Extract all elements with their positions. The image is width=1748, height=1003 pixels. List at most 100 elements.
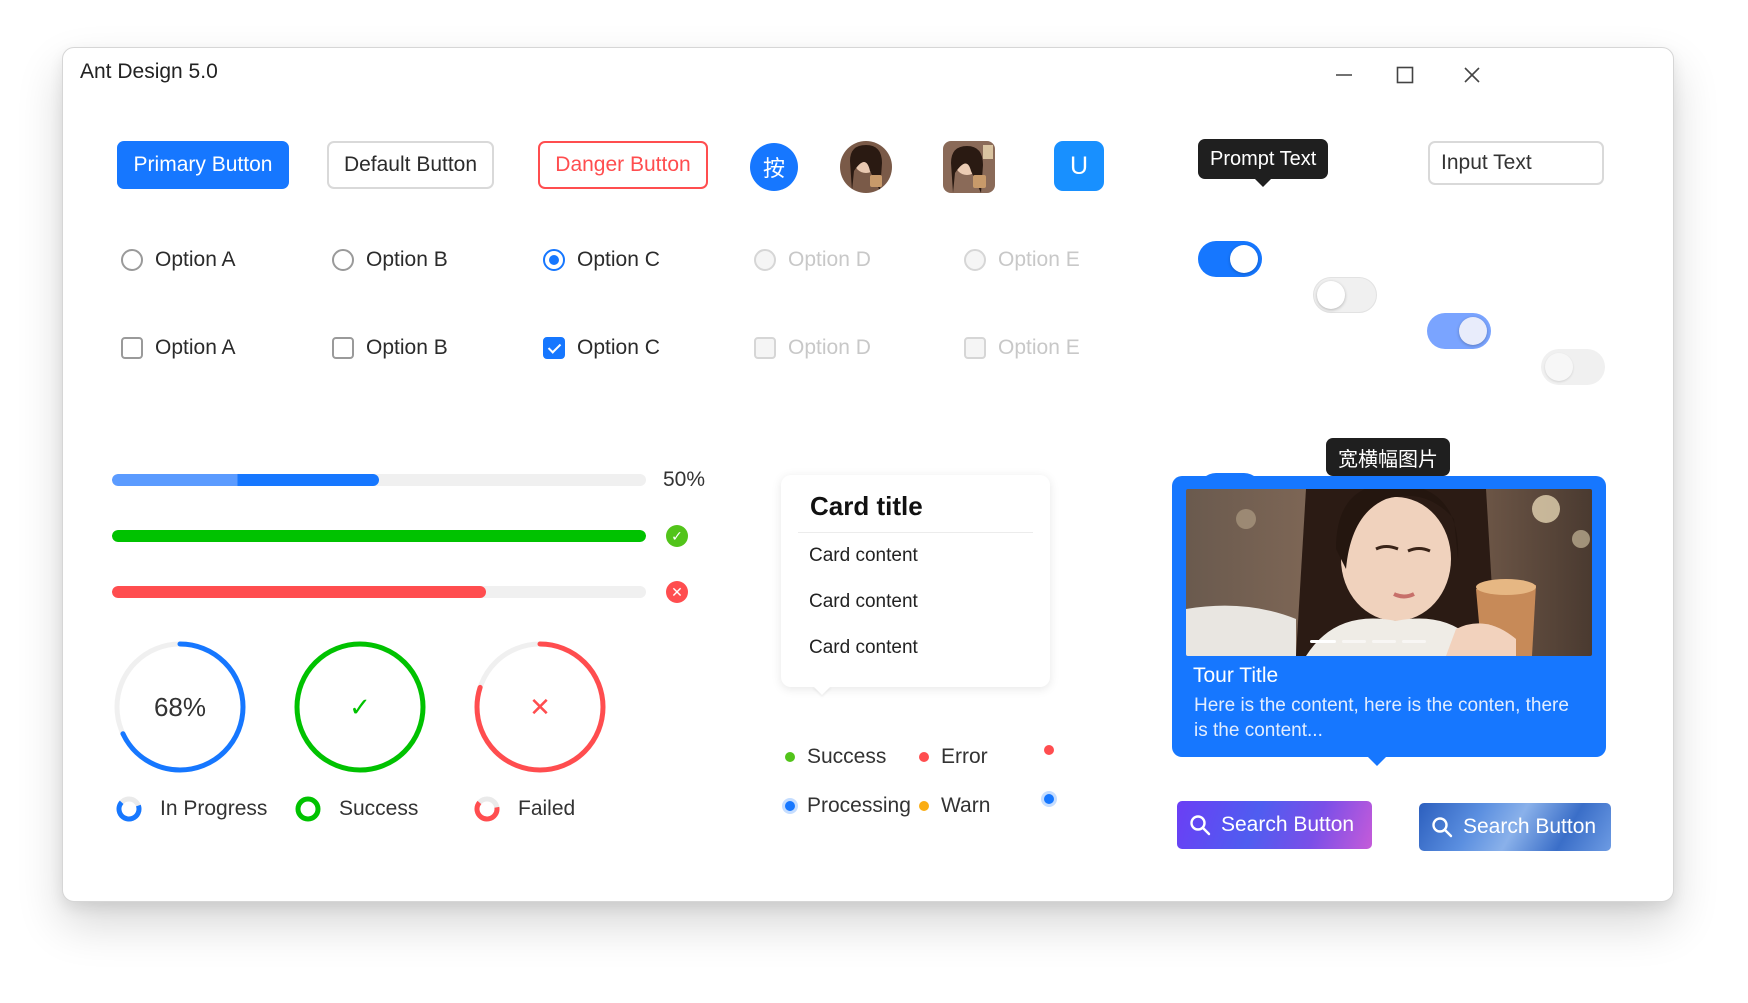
tour-popover: Tour Title Here is the content, here is … (1172, 476, 1606, 757)
carousel-dot[interactable] (1342, 640, 1366, 643)
radio-option-d: Option D (754, 245, 871, 275)
radio-circle (332, 249, 354, 271)
badge-success: Success (785, 745, 886, 769)
checkbox-option-b[interactable]: Option B (332, 333, 448, 363)
tooltip-text: 宽横幅图片 (1338, 448, 1438, 471)
tour-title: Tour Title (1193, 664, 1279, 687)
close-icon (1464, 67, 1480, 83)
card-item: Card content (809, 545, 918, 566)
badge-label: Processing (807, 794, 911, 817)
legend-label: Success (339, 797, 419, 820)
check-icon: ✓ (349, 691, 371, 722)
text-input[interactable]: Input Text (1428, 141, 1604, 185)
radio-circle-disabled (964, 249, 986, 271)
radio-circle-disabled (754, 249, 776, 271)
danger-button[interactable]: Danger Button (538, 141, 708, 189)
radio-label: Option C (577, 248, 660, 271)
status-dot (785, 752, 795, 762)
image-tooltip: 宽横幅图片 (1326, 438, 1450, 484)
switch-off[interactable] (1313, 277, 1377, 313)
radio-option-c[interactable]: Option C (543, 245, 660, 275)
badge-label: Success (807, 745, 887, 768)
card-item: Card content (809, 591, 918, 612)
radio-circle-checked (543, 249, 565, 271)
radio-circle (121, 249, 143, 271)
carousel-dot[interactable] (1372, 640, 1396, 643)
checkbox-box-disabled (754, 337, 776, 359)
switch-on-disabled (1427, 313, 1491, 349)
search-button-gradient[interactable]: Search Button (1177, 801, 1372, 849)
radio-label: Option B (366, 248, 448, 271)
carousel-dot[interactable] (1402, 640, 1426, 643)
status-dot (919, 801, 929, 811)
status-dot (785, 801, 795, 811)
checkbox-option-d: Option D (754, 333, 871, 363)
checkbox-label: Option D (788, 336, 871, 359)
switch-on[interactable] (1198, 241, 1262, 277)
badge-label: Warn (941, 794, 991, 817)
card-title: Card title (810, 491, 923, 521)
tooltip-arrow (1255, 179, 1272, 187)
switch-off-disabled (1541, 349, 1605, 385)
close-button[interactable] (1449, 52, 1495, 98)
radio-label: Option D (788, 248, 871, 271)
window-title: Ant Design 5.0 (80, 60, 218, 83)
progress-fill (112, 530, 646, 542)
ring-icon (295, 796, 321, 822)
radio-label: Option A (155, 248, 236, 271)
legend-label: Failed (518, 797, 576, 820)
legend-success: Success (295, 796, 418, 822)
badge-dot-error (1044, 745, 1066, 755)
checkbox-option-c[interactable]: Option C (543, 333, 660, 363)
check-circle-icon: ✓ (666, 525, 688, 547)
carousel-dot-active[interactable] (1310, 640, 1336, 643)
checkbox-box (121, 337, 143, 359)
search-button-label: Search Button (1221, 813, 1355, 836)
close-circle-icon: ✕ (666, 581, 688, 603)
checkbox-option-a[interactable]: Option A (121, 333, 236, 363)
progress-fill (112, 474, 379, 486)
checkbox-label: Option B (366, 336, 448, 359)
status-dot (919, 752, 929, 762)
badge-warn: Warn (919, 794, 990, 818)
maximize-button[interactable] (1382, 52, 1428, 98)
checkbox-label: Option E (998, 336, 1080, 359)
checkbox-option-e: Option E (964, 333, 1080, 363)
checkbox-label: Option A (155, 336, 236, 359)
partial-ring-icon (474, 796, 500, 822)
minimize-icon (1336, 74, 1352, 76)
minimize-button[interactable] (1321, 52, 1367, 98)
avatar-letter: U (1054, 141, 1104, 191)
app-window: Ant Design 5.0 Primary Button Default Bu… (62, 47, 1674, 902)
badge-processing: Processing (785, 794, 911, 818)
checkbox-label: Option C (577, 336, 660, 359)
prompt-tooltip: Prompt Text (1198, 139, 1329, 187)
badge-error: Error (919, 745, 988, 769)
search-icon (1190, 815, 1211, 836)
badge-label: Error (941, 745, 988, 768)
tour-description: Here is the content, here is the conten,… (1194, 695, 1569, 741)
primary-button[interactable]: Primary Button (117, 141, 289, 189)
radio-option-a[interactable]: Option A (121, 245, 236, 275)
switch-knob (1317, 281, 1345, 309)
maximize-icon (1396, 66, 1414, 84)
search-button-label: Search Button (1463, 815, 1597, 838)
progress-percent: 50% (663, 468, 706, 491)
progress-circle-success: ✓ (293, 640, 427, 774)
default-button[interactable]: Default Button (327, 141, 494, 189)
close-icon: ✕ (529, 691, 551, 722)
card: Card title Card content Card content Car… (781, 475, 1050, 687)
circle-button[interactable]: 按 (750, 143, 798, 191)
legend-label: In Progress (160, 797, 268, 820)
spinner-icon (116, 796, 142, 822)
avatar-photo (840, 141, 892, 193)
progress-fill (112, 586, 486, 598)
badge-dot-processing (1044, 794, 1066, 804)
radio-option-b[interactable]: Option B (332, 245, 448, 275)
card-divider (798, 532, 1033, 533)
progress-bar-exception (112, 586, 646, 598)
checkbox-box (332, 337, 354, 359)
search-button-image[interactable]: Search Button (1419, 803, 1611, 851)
progress-bar-active (112, 474, 646, 486)
switch-knob (1459, 317, 1487, 345)
